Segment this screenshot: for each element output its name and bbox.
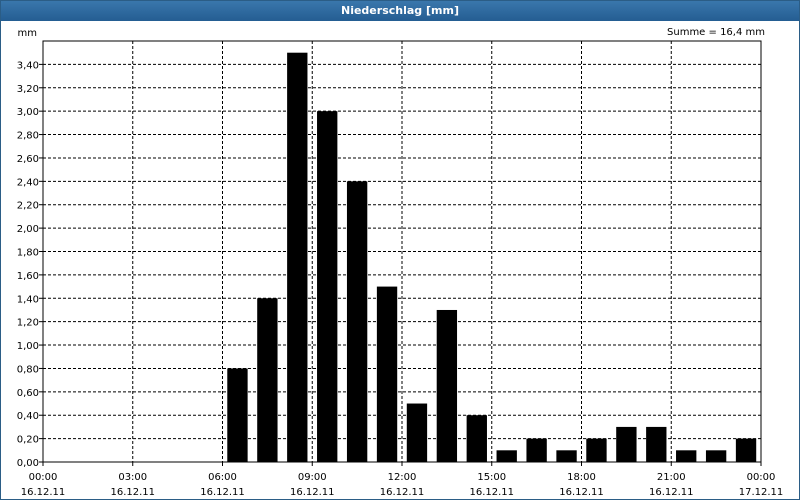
x-tick-date-label: 16.12.11 (110, 487, 155, 498)
x-tick-time-label: 00:00 (747, 472, 776, 483)
bar (436, 309, 458, 462)
y-tick-label: 3,20 (17, 84, 39, 95)
y-tick-label: 3,40 (17, 60, 39, 71)
x-tick-time-label: 06:00 (208, 472, 237, 483)
y-tick-label: 1,00 (17, 341, 39, 352)
y-tick-label: 2,40 (17, 177, 39, 188)
chart-window: Niederschlag [mm] 0,00 0,20 0,40 0,60 0,80 1,… (0, 0, 800, 500)
bar (705, 450, 727, 462)
y-tick-label: 1,20 (17, 318, 39, 329)
x-tick-date-label: 16.12.11 (380, 487, 425, 498)
bar (317, 111, 338, 463)
y-axis-label: mm (18, 28, 37, 39)
bar (346, 181, 368, 463)
bar (287, 52, 308, 462)
y-tick-label: 0,00 (17, 458, 39, 469)
x-tick-date-label: 16.12.11 (290, 487, 335, 498)
y-tick-label: 2,80 (17, 131, 39, 142)
y-tick-label: 2,60 (17, 154, 39, 165)
y-tick-label: 3,00 (17, 107, 39, 118)
y-tick-label: 0,40 (17, 411, 39, 422)
y-tick-label: 1,60 (17, 271, 39, 282)
bar (466, 415, 487, 462)
x-tick-time-label: 03:00 (118, 472, 147, 483)
y-tick-label: 0,20 (17, 435, 39, 446)
x-tick-time-label: 15:00 (477, 472, 506, 483)
precipitation-chart: 0,00 0,20 0,40 0,60 0,80 1,00 1,20 1,40 1,60 1,80… (17, 27, 784, 498)
bar (616, 426, 637, 462)
y-tick-label: 1,40 (17, 294, 39, 305)
x-tick-date-label: 16.12.11 (559, 487, 604, 498)
chart-title: Niederschlag [mm] (1, 1, 799, 21)
x-tick-date-label: 16.12.11 (649, 487, 694, 498)
x-tick-time-label: 00:00 (29, 472, 58, 483)
bar (526, 438, 547, 462)
bar (406, 403, 428, 462)
bar (586, 438, 607, 462)
y-tick-label: 0,60 (17, 388, 39, 399)
bar (646, 426, 667, 462)
bar (376, 286, 398, 462)
bar (257, 298, 278, 462)
bar (676, 450, 697, 462)
bar (735, 438, 757, 462)
x-tick-date-label: 17.12.11 (739, 487, 784, 498)
bar (556, 450, 577, 462)
y-tick-label: 1,80 (17, 248, 39, 259)
x-tick-date-label: 16.12.11 (21, 487, 66, 498)
y-tick-label: 2,00 (17, 224, 39, 235)
bar (227, 368, 248, 462)
bar (496, 450, 517, 462)
x-tick-time-label: 12:00 (388, 472, 417, 483)
summary-total: Summe = 16,4 mm (667, 27, 765, 38)
x-tick-date-label: 16.12.11 (469, 487, 514, 498)
y-tick-label: 0,80 (17, 364, 39, 375)
x-tick-time-label: 21:00 (657, 472, 686, 483)
y-tick-label: 2,20 (17, 201, 39, 212)
x-tick-date-label: 16.12.11 (200, 487, 245, 498)
x-tick-time-label: 09:00 (298, 472, 327, 483)
x-tick-time-label: 18:00 (567, 472, 596, 483)
